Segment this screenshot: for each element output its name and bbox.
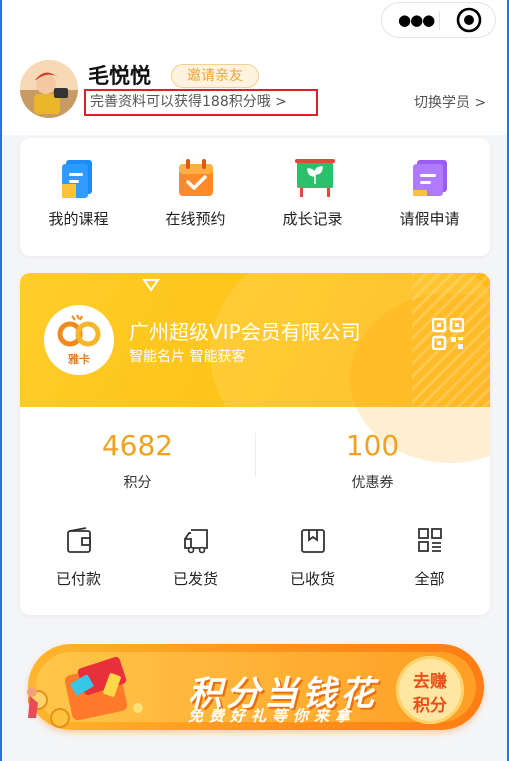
earn-points-line1: 去赚 [413, 672, 447, 692]
earn-points-button[interactable]: 去赚 积分 [396, 656, 464, 724]
quick-action-label: 请假申请 [399, 210, 460, 228]
truck-icon [184, 529, 208, 554]
order-paid-item[interactable]: 已付款 [20, 527, 137, 597]
order-all-item[interactable]: 全部 [371, 527, 488, 597]
capsule-divider [439, 11, 440, 30]
leave-form-icon [413, 160, 447, 196]
growth-board-icon [295, 159, 335, 197]
earn-points-line2: 积分 [413, 696, 447, 716]
order-label: 全部 [414, 570, 445, 588]
triangle-decor-icon [142, 279, 160, 292]
invite-friends-button[interactable]: 邀请亲友 [171, 64, 259, 88]
order-label: 已付款 [55, 570, 101, 588]
switch-student-link[interactable]: 切换学员 > [414, 92, 486, 112]
course-book-icon [62, 160, 92, 198]
points-value: 4682 [101, 429, 174, 462]
company-slogan: 智能名片 智能获客 [129, 349, 246, 365]
quick-action-label: 成长记录 [282, 210, 343, 228]
complete-profile-hint[interactable]: 完善资料可以获得188积分哦 > [84, 89, 318, 116]
qr-code-icon[interactable] [432, 318, 464, 350]
points-label: 积分 [123, 475, 152, 491]
quick-action-label: 我的课程 [48, 210, 109, 228]
logo-text: 雅卡 [68, 353, 90, 366]
promo-subtitle: 免费好礼等你来拿 [188, 707, 357, 725]
avatar[interactable] [20, 60, 78, 118]
order-label: 已发货 [172, 570, 218, 588]
order-received-item[interactable]: 已收货 [254, 527, 371, 597]
company-logo: 雅卡 [44, 305, 114, 375]
package-icon [301, 529, 325, 553]
vip-card: 雅卡 广州超级VIP会员有限公司 智能名片 智能获客 4682 积分 100 优… [20, 273, 490, 615]
more-dots-icon[interactable]: ●●● [398, 11, 435, 29]
target-circle-icon[interactable] [456, 7, 482, 33]
child-photo-icon [20, 60, 78, 118]
my-courses-item[interactable]: 我的课程 [20, 138, 137, 256]
coupons-label: 优惠券 [351, 475, 394, 491]
vip-banner[interactable]: 雅卡 广州超级VIP会员有限公司 智能名片 智能获客 [20, 273, 490, 473]
wallet-icon [67, 527, 91, 553]
growth-record-item[interactable]: 成长记录 [254, 138, 371, 256]
leave-request-item[interactable]: 请假申请 [371, 138, 488, 256]
order-shipped-item[interactable]: 已发货 [137, 527, 254, 597]
user-name: 毛悦悦 [88, 64, 151, 88]
order-label: 已收货 [289, 570, 335, 588]
miniprogram-capsule: ●●● [381, 2, 496, 38]
calendar-check-icon [179, 159, 213, 196]
company-name: 广州超级VIP会员有限公司 [129, 320, 361, 344]
infinity-logo-icon [57, 314, 101, 347]
promo-gift-art-icon [27, 656, 143, 728]
coupons-value: 100 [345, 429, 400, 462]
online-booking-item[interactable]: 在线预约 [137, 138, 254, 256]
quick-action-label: 在线预约 [165, 210, 226, 228]
grid-icon [418, 528, 442, 552]
quick-actions-card: 我的课程 在线预约 成长记录 请假申请 [20, 138, 490, 256]
